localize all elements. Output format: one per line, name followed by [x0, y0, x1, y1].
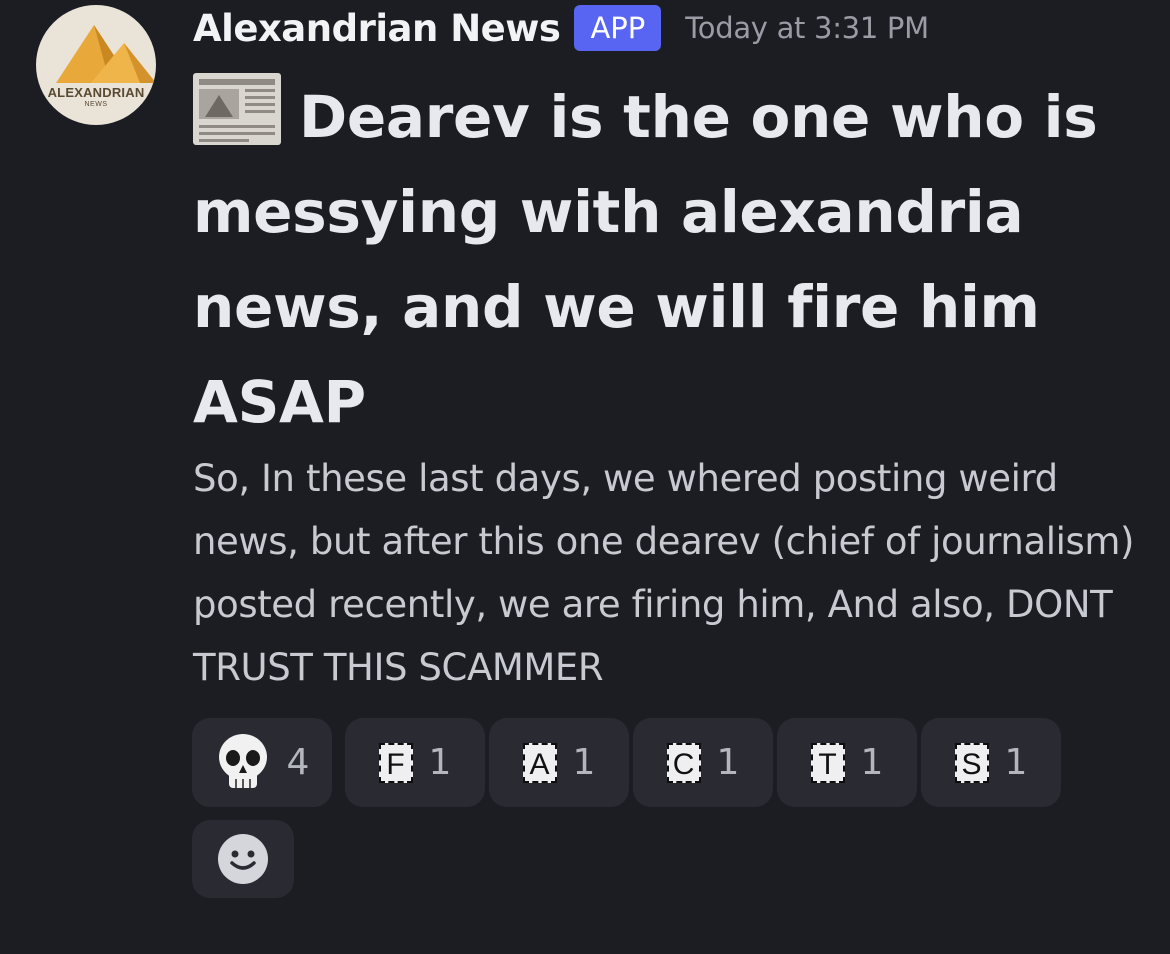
letter-t-emoji: T	[810, 742, 845, 783]
reaction-letter-a[interactable]: A 1	[489, 718, 629, 807]
skull-emoji-icon	[215, 733, 271, 791]
reaction-letter-f[interactable]: F 1	[345, 718, 485, 807]
title-text: Dearev is the one who is messying with a…	[193, 83, 1098, 436]
author-avatar[interactable]: ALEXANDRIAN NEWS	[36, 5, 156, 125]
reaction-letter-s[interactable]: S 1	[921, 718, 1061, 807]
reaction-count: 1	[860, 742, 884, 783]
avatar-title: ALEXANDRIAN	[47, 85, 145, 100]
reaction-skull[interactable]: 4	[192, 718, 332, 807]
reaction-count: 1	[716, 742, 740, 783]
chat-message: ALEXANDRIAN NEWS Alexandrian News APP To…	[0, 0, 1170, 954]
app-badge: APP	[574, 5, 662, 51]
message-header: Alexandrian News APP Today at 3:31 PM	[193, 3, 929, 53]
reaction-count: 1	[428, 742, 452, 783]
reaction-count: 1	[1004, 742, 1028, 783]
reaction-count: 1	[572, 742, 596, 783]
newspaper-emoji-icon	[193, 73, 281, 145]
timestamp[interactable]: Today at 3:31 PM	[685, 11, 929, 45]
letter-s-emoji: S	[954, 742, 989, 783]
letter-f-emoji: F	[378, 742, 413, 783]
smiley-add-reaction-icon	[218, 834, 268, 884]
reaction-count: 4	[286, 742, 310, 783]
message-body: So, In these last days, we whered postin…	[193, 457, 1135, 689]
avatar-subtitle: NEWS	[84, 101, 108, 108]
reaction-letter-t[interactable]: T 1	[777, 718, 917, 807]
letter-a-emoji: A	[522, 742, 557, 783]
reaction-letter-c[interactable]: C 1	[633, 718, 773, 807]
message-title: Dearev is the one who is messying with a…	[193, 70, 1133, 450]
author-name[interactable]: Alexandrian News	[193, 7, 561, 50]
letter-c-emoji: C	[666, 742, 701, 783]
add-reaction-button[interactable]	[192, 820, 294, 898]
